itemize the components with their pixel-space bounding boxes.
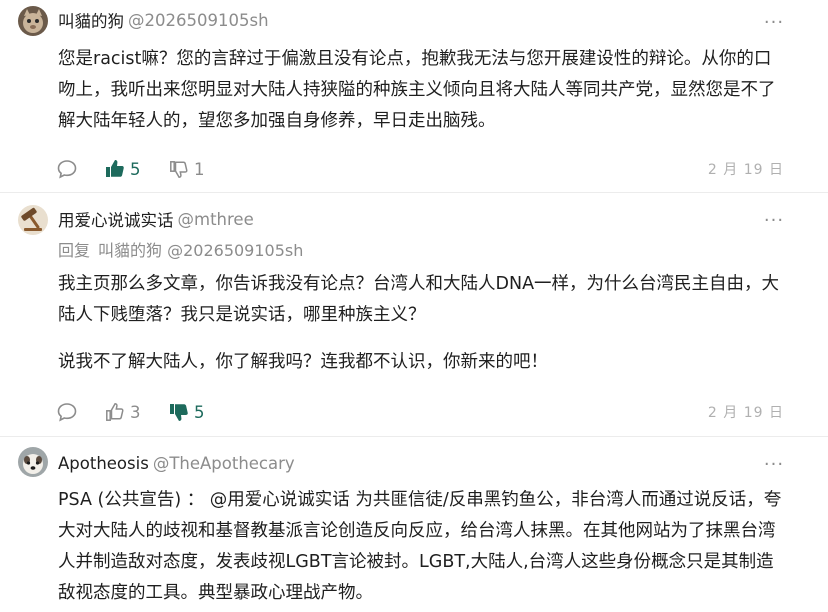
- dislike-count: 1: [194, 159, 205, 179]
- comment: Apotheosis @TheApothecary ··· PSA (公共宣告)…: [0, 438, 828, 612]
- comment-actions: 5 1: [56, 157, 205, 181]
- divider: [0, 192, 828, 193]
- speech-bubble-icon: [56, 401, 78, 423]
- comment-paragraph: PSA (公共宣告) ： @用爱心说诚实话 为共匪信徒/反串黑钓鱼公，非台湾人而…: [58, 490, 782, 603]
- author-handle[interactable]: @TheApothecary: [153, 454, 295, 473]
- thumbs-up-icon: [104, 158, 126, 180]
- comment-header: Apotheosis @TheApothecary: [58, 451, 295, 475]
- more-options-icon[interactable]: ···: [764, 12, 784, 33]
- author-name[interactable]: Apotheosis: [58, 454, 149, 473]
- like-count: 5: [130, 159, 141, 179]
- comment-paragraph: 说我不了解大陆人，你了解我吗？连我都不认识，你新来的吧！: [58, 352, 548, 372]
- comment-paragraph: 我主页那么多文章，你告诉我没有论点？台湾人和大陆人DNA一样，为什么台湾民主自由…: [58, 274, 780, 325]
- author-name[interactable]: 用爱心说诚实话: [58, 207, 174, 231]
- divider: [0, 436, 828, 437]
- comment-date[interactable]: 2 月 19 日: [708, 157, 784, 181]
- reply-button[interactable]: [56, 157, 104, 181]
- thumbs-down-icon: [168, 401, 190, 423]
- comment-header: 叫貓的狗 @2026509105sh: [58, 8, 269, 32]
- author-name[interactable]: 叫貓的狗: [58, 8, 124, 32]
- comment-paragraph: 您是racist嘛？您的言辞过于偏激且没有论点，抱歉我无法与您开展建设性的辩论。…: [58, 49, 776, 131]
- reply-button[interactable]: [56, 400, 104, 424]
- like-count: 3: [130, 402, 141, 422]
- cat-avatar-icon[interactable]: [18, 6, 48, 36]
- dog-avatar-icon[interactable]: [18, 447, 48, 477]
- author-handle[interactable]: @2026509105sh: [128, 11, 269, 30]
- thumbs-down-icon: [168, 158, 190, 180]
- comment-date[interactable]: 2 月 19 日: [708, 400, 784, 424]
- comment-header: 用爱心说诚实话 @mthree: [58, 207, 254, 231]
- comment-body: PSA (公共宣告) ： @用爱心说诚实话 为共匪信徒/反串黑钓鱼公，非台湾人而…: [58, 485, 788, 609]
- more-options-icon[interactable]: ···: [764, 454, 784, 475]
- like-button[interactable]: 5: [104, 157, 168, 181]
- dislike-button[interactable]: 5: [168, 400, 205, 424]
- reply-to-user[interactable]: 叫貓的狗 @2026509105sh: [98, 237, 303, 261]
- reply-to-line: 回复 叫貓的狗 @2026509105sh: [58, 238, 303, 260]
- comment: 用爱心说诚实话 @mthree ··· 回复 叫貓的狗 @2026509105s…: [0, 194, 828, 432]
- comment-body: 我主页那么多文章，你告诉我没有论点？台湾人和大陆人DNA一样，为什么台湾民主自由…: [58, 269, 788, 378]
- dislike-button[interactable]: 1: [168, 157, 205, 181]
- comment-body: 您是racist嘛？您的言辞过于偏激且没有论点，抱歉我无法与您开展建设性的辩论。…: [58, 44, 788, 137]
- author-handle[interactable]: @mthree: [178, 210, 254, 229]
- thumbs-up-icon: [104, 401, 126, 423]
- comment-actions: 3 5: [56, 400, 205, 424]
- like-button[interactable]: 3: [104, 400, 168, 424]
- hammer-avatar-icon[interactable]: [18, 205, 48, 235]
- comment: 叫貓的狗 @2026509105sh ··· 您是racist嘛？您的言辞过于偏…: [0, 0, 828, 190]
- more-options-icon[interactable]: ···: [764, 210, 784, 231]
- speech-bubble-icon: [56, 158, 78, 180]
- reply-label: 回复: [58, 241, 91, 260]
- dislike-count: 5: [194, 402, 205, 422]
